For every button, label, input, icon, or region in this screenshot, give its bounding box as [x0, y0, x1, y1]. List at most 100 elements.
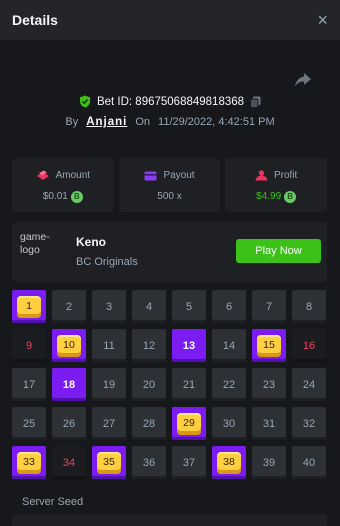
keno-cell-number: 9 [25, 339, 33, 352]
game-logo: game-logo [20, 231, 50, 256]
keno-cell-number: 24 [302, 378, 316, 391]
payout-card-icon [144, 171, 157, 180]
keno-cell-number: 28 [142, 417, 156, 430]
keno-cell-number: 30 [222, 417, 236, 430]
keno-cell-24: 24 [292, 368, 326, 401]
server-seed-field [12, 514, 327, 526]
keno-cell-34: 34 [52, 446, 86, 479]
keno-cell-number: 16 [302, 339, 316, 352]
keno-cell-number: 5 [185, 300, 193, 313]
close-icon[interactable]: × [317, 11, 328, 29]
share-icon[interactable] [294, 72, 312, 88]
keno-cell-number: 26 [62, 417, 76, 430]
bet-id-row: Bet ID: 89675068849818368 [0, 95, 340, 108]
profit-user-icon [255, 169, 268, 180]
keno-cell-37: 37 [172, 446, 206, 479]
keno-cell-number: 21 [182, 378, 196, 391]
keno-grid: 1 2 3 4 5 6 7 8 9 10 11 12 13 14 15 16 17 18 19 20 21 22 23 24 2… [12, 290, 326, 479]
keno-cell-number: 11 [103, 339, 115, 352]
keno-cell-number: 13 [182, 339, 196, 352]
keno-cell-6: 6 [212, 290, 246, 323]
bet-author-row: By Anjani On 11/29/2022, 4:42:51 PM [0, 116, 340, 128]
keno-cell-10: 10 [52, 329, 86, 362]
keno-cell-number: 8 [305, 300, 313, 313]
keno-cell-31: 31 [252, 407, 286, 440]
shield-check-icon [79, 95, 90, 108]
keno-cell-15: 15 [252, 329, 286, 362]
keno-cell-1: 1 [12, 290, 46, 323]
keno-cell-27: 27 [92, 407, 126, 440]
keno-cell-number: 3 [105, 300, 113, 313]
keno-cell-38: 38 [212, 446, 246, 479]
profit-label: Profit [274, 169, 298, 181]
gem-tile-icon: 38 [217, 451, 241, 474]
profit-value: $4.99 [256, 191, 282, 202]
stat-amount: Amount $0.01 B [12, 158, 114, 212]
keno-cell-number: 7 [265, 300, 273, 313]
keno-cell-number: 4 [145, 300, 153, 313]
modal-header: Details × [0, 0, 340, 40]
keno-cell-number: 2 [65, 300, 73, 313]
user-name-link[interactable]: Anjani [86, 116, 127, 128]
keno-cell-39: 39 [252, 446, 286, 479]
keno-cell-19: 19 [92, 368, 126, 401]
coin-icon: B [284, 190, 297, 203]
keno-cell-number: 37 [182, 456, 196, 469]
keno-cell-number: 34 [62, 456, 76, 469]
coin-stack-icon [36, 170, 49, 180]
game-provider: BC Originals [76, 256, 138, 268]
keno-cell-29: 29 [172, 407, 206, 440]
keno-cell-number: 36 [142, 456, 156, 469]
keno-cell-number: 23 [262, 378, 276, 391]
on-label: On [135, 116, 151, 128]
game-card: game-logo Keno BC Originals Play Now [12, 222, 327, 282]
keno-cell-18: 18 [52, 368, 86, 401]
gem-tile-icon: 1 [17, 295, 41, 318]
keno-cell-22: 22 [212, 368, 246, 401]
keno-cell-number: 14 [222, 339, 236, 352]
keno-cell-28: 28 [132, 407, 166, 440]
copy-icon[interactable] [250, 96, 261, 108]
modal-title: Details [12, 12, 58, 28]
play-now-button[interactable]: Play Now [236, 239, 321, 263]
keno-cell-30: 30 [212, 407, 246, 440]
keno-cell-number: 25 [22, 417, 36, 430]
keno-cell-12: 12 [132, 329, 166, 362]
keno-cell-16: 16 [292, 329, 326, 362]
bet-stats: Amount $0.01 B Payout 500 x Profit $4.99… [12, 158, 328, 212]
keno-cell-25: 25 [12, 407, 46, 440]
keno-cell-23: 23 [252, 368, 286, 401]
game-name: Keno [76, 235, 106, 249]
gem-tile-icon: 29 [177, 412, 201, 435]
gem-tile-icon: 33 [17, 451, 41, 474]
keno-cell-17: 17 [12, 368, 46, 401]
amount-value: $0.01 [42, 191, 68, 202]
keno-cell-number: 18 [62, 378, 76, 391]
gem-tile-icon: 10 [57, 334, 81, 357]
bet-datetime: 11/29/2022, 4:42:51 PM [158, 116, 275, 128]
keno-cell-14: 14 [212, 329, 246, 362]
stat-payout: Payout 500 x [118, 158, 221, 212]
keno-cell-5: 5 [172, 290, 206, 323]
keno-cell-11: 11 [92, 329, 126, 362]
keno-cell-number: 6 [225, 300, 233, 313]
keno-cell-36: 36 [132, 446, 166, 479]
keno-cell-8: 8 [292, 290, 326, 323]
keno-cell-20: 20 [132, 368, 166, 401]
amount-label: Amount [55, 169, 91, 181]
keno-cell-7: 7 [252, 290, 286, 323]
bet-id: Bet ID: 89675068849818368 [96, 95, 245, 108]
keno-cell-35: 35 [92, 446, 126, 479]
coin-icon: B [70, 190, 83, 203]
keno-cell-32: 32 [292, 407, 326, 440]
keno-cell-number: 20 [142, 378, 156, 391]
keno-cell-21: 21 [172, 368, 206, 401]
keno-cell-number: 22 [222, 378, 236, 391]
keno-cell-number: 31 [262, 417, 276, 430]
server-seed-label: Server Seed [22, 496, 84, 508]
keno-cell-4: 4 [132, 290, 166, 323]
keno-cell-number: 40 [302, 456, 316, 469]
keno-cell-26: 26 [52, 407, 86, 440]
keno-cell-number: 32 [302, 417, 316, 430]
stat-profit: Profit $4.99 B [225, 158, 328, 212]
